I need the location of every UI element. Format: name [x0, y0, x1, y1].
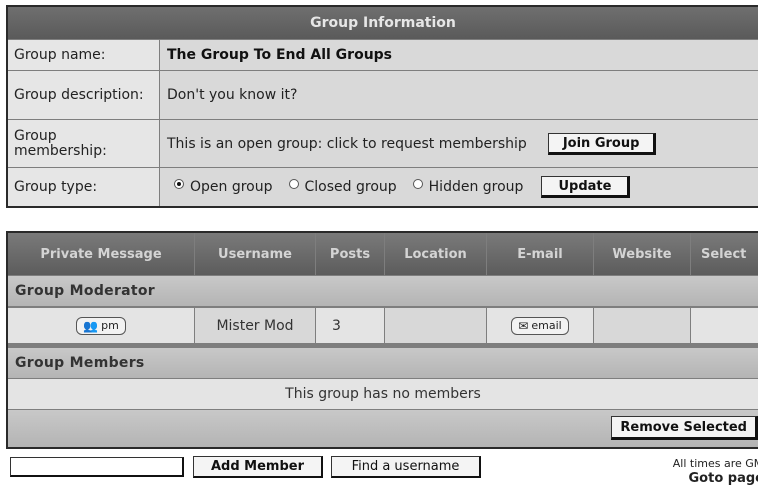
group-description-label: Group description: [8, 71, 159, 119]
pm-label: pm [101, 319, 119, 332]
pm-button[interactable]: 👥 pm [76, 316, 126, 335]
moderator-location [385, 308, 486, 343]
moderator-email-cell: ✉ email [487, 308, 593, 343]
closed-group-label: Closed group [304, 179, 397, 195]
moderator-pm-cell: 👥 pm [8, 308, 194, 343]
group-description-value: Don't you know it? [160, 71, 758, 119]
group-type-label: Group type: [8, 168, 159, 206]
group-name-cell: The Group To End All Groups [160, 40, 758, 70]
group-moderator-section: Group Moderator [8, 276, 758, 306]
group-name-label: Group name: [8, 40, 159, 70]
group-members-section: Group Members [8, 348, 758, 378]
group-type-row: Group type: Open group Closed group Hidd… [8, 168, 758, 206]
col-email: E-mail [487, 233, 593, 275]
no-members-message: This group has no members [8, 379, 758, 409]
members-table: Private Message Username Posts Location … [6, 231, 758, 449]
moderator-posts: 3 [316, 308, 384, 343]
group-name-value: The Group To End All Groups [167, 47, 393, 63]
add-member-button[interactable]: Add Member [193, 456, 323, 478]
group-name-row: Group name: The Group To End All Groups [8, 40, 758, 70]
group-membership-row: Group membership: This is an open group:… [8, 120, 758, 167]
group-description-row: Group description: Don't you know it? [8, 71, 758, 119]
find-username-button[interactable]: Find a username [331, 456, 481, 478]
goto-page-link[interactable]: Goto page [618, 471, 758, 486]
group-info-header: Group Information [8, 7, 758, 39]
moderator-select-cell [691, 308, 758, 343]
email-label: email [531, 319, 562, 332]
col-location: Location [385, 233, 486, 275]
group-membership-cell: This is an open group: click to request … [160, 120, 758, 167]
members-footer: Remove Selected [8, 410, 758, 447]
group-membership-value: This is an open group: click to request … [167, 135, 527, 152]
moderator-username[interactable]: Mister Mod [195, 308, 315, 343]
hidden-group-label: Hidden group [428, 179, 524, 195]
open-group-radio[interactable] [174, 179, 184, 189]
update-button[interactable]: Update [541, 176, 631, 198]
join-group-button[interactable]: Join Group [547, 132, 657, 155]
col-posts: Posts [316, 233, 384, 275]
col-private-message: Private Message [8, 233, 194, 275]
col-select: Select [691, 233, 758, 275]
add-member-input[interactable] [10, 457, 184, 477]
group-type-cell: Open group Closed group Hidden group Upd… [160, 168, 758, 206]
timezone-text: All times are GMT [672, 457, 758, 470]
email-button[interactable]: ✉ email [511, 316, 569, 335]
group-membership-label: Group membership: [8, 120, 159, 167]
col-username: Username [195, 233, 315, 275]
hidden-group-radio[interactable] [412, 179, 423, 189]
footer-info: All times are GMT Goto page [618, 456, 758, 486]
remove-selected-button[interactable]: Remove Selected [611, 416, 758, 440]
open-group-label: Open group [190, 179, 273, 195]
envelope-icon: ✉ [518, 318, 529, 333]
col-website: Website [594, 233, 690, 275]
closed-group-radio[interactable] [288, 179, 299, 189]
moderator-website [594, 308, 690, 343]
group-info-table: Group Information Group name: The Group … [6, 5, 758, 208]
pm-users-icon: 👥 [83, 318, 99, 333]
